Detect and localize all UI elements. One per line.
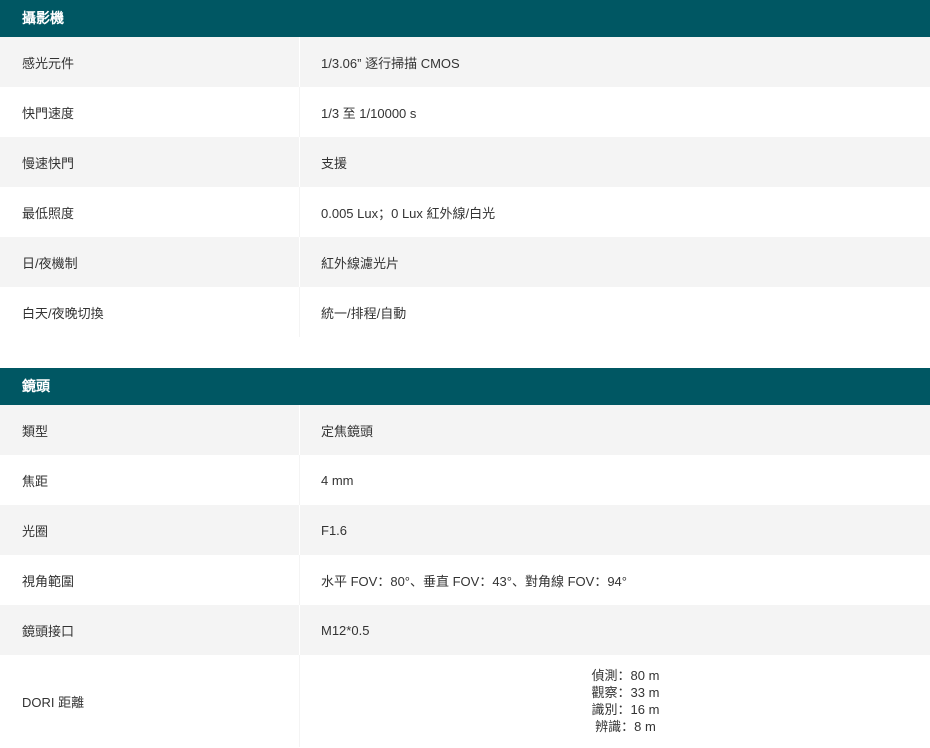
spec-page: 攝影機 感光元件 1/3.06” 逐行掃描 CMOS 快門速度 1/3 至 1/… <box>0 0 930 748</box>
spec-value: 4 mm <box>321 472 354 488</box>
spec-label: 光圈 <box>0 505 300 555</box>
spec-row-min-illumination: 最低照度 0.005 Lux；0 Lux 紅外線/白光 <box>0 187 930 237</box>
spec-value: 0.005 Lux；0 Lux 紅外線/白光 <box>321 205 496 221</box>
spec-row-day-night-switch: 白天/夜晚切換 統一/排程/自動 <box>0 287 930 337</box>
spec-row-slow-shutter: 慢速快門 支援 <box>0 137 930 187</box>
spec-label: 焦距 <box>0 455 300 505</box>
spec-row-day-night: 日/夜機制 紅外線濾光片 <box>0 237 930 287</box>
section-header-lens: 鏡頭 <box>0 368 930 405</box>
spec-value: F1.6 <box>321 522 348 538</box>
camera-spec-section: 攝影機 感光元件 1/3.06” 逐行掃描 CMOS 快門速度 1/3 至 1/… <box>0 0 930 337</box>
spec-row-field-of-view: 視角範圍 水平 FOV：80°、垂直 FOV：43°、對角線 FOV：94° <box>0 555 930 605</box>
spec-row-focal-length: 焦距 4 mm <box>0 455 930 505</box>
lens-spec-section: 鏡頭 類型 定焦鏡頭 焦距 4 mm 光圈 F1.6 視角範圍 水平 FOV：8… <box>0 368 930 747</box>
spec-value: 1/3 至 1/10000 s <box>321 105 417 121</box>
spec-value-dori: 偵測：80 m 觀察：33 m 識別：16 m 辨識：8 m <box>300 655 930 747</box>
spec-row-shutter-speed: 快門速度 1/3 至 1/10000 s <box>0 87 930 137</box>
spec-value: 紅外線濾光片 <box>321 255 400 271</box>
section-header-camera: 攝影機 <box>0 0 930 37</box>
spec-value: 1/3.06” 逐行掃描 CMOS <box>321 55 460 71</box>
dori-observe: 觀察：33 m <box>591 685 660 700</box>
spec-label: 鏡頭接口 <box>0 605 300 655</box>
spec-label: DORI 距離 <box>0 655 300 747</box>
spec-row-dori-distance: DORI 距離 偵測：80 m 觀察：33 m 識別：16 m 辨識：8 m <box>0 655 930 747</box>
spec-label: 快門速度 <box>0 87 300 137</box>
spec-label: 感光元件 <box>0 37 300 87</box>
spec-label: 類型 <box>0 405 300 455</box>
dori-identify: 辨識：8 m <box>595 719 656 734</box>
spec-value: 統一/排程/自動 <box>321 305 407 321</box>
spec-value: 水平 FOV：80°、垂直 FOV：43°、對角線 FOV：94° <box>321 573 627 589</box>
spec-row-lens-type: 類型 定焦鏡頭 <box>0 405 930 455</box>
spec-row-sensor: 感光元件 1/3.06” 逐行掃描 CMOS <box>0 37 930 87</box>
spec-label: 視角範圍 <box>0 555 300 605</box>
dori-recognize: 識別：16 m <box>591 702 660 717</box>
spec-label: 慢速快門 <box>0 137 300 187</box>
spec-label: 最低照度 <box>0 187 300 237</box>
spec-value: 定焦鏡頭 <box>321 423 374 439</box>
spec-label: 白天/夜晚切換 <box>0 287 300 337</box>
spec-label: 日/夜機制 <box>0 237 300 287</box>
spec-row-lens-mount: 鏡頭接口 M12*0.5 <box>0 605 930 655</box>
spec-value: 支援 <box>321 155 348 171</box>
spec-row-aperture: 光圈 F1.6 <box>0 505 930 555</box>
spec-value: M12*0.5 <box>321 622 370 638</box>
dori-detect: 偵測：80 m <box>591 668 660 683</box>
